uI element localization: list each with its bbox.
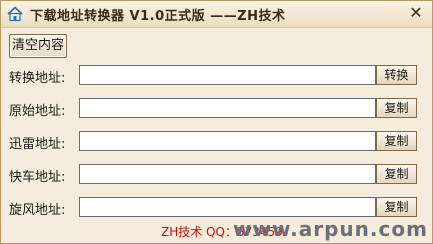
flashget-address-input[interactable] [79,164,376,184]
site-watermark: www.arpun.com [233,217,428,241]
clear-content-button[interactable]: 清空内容 [9,34,67,58]
original-address-input[interactable] [79,98,376,118]
qqxf-address-input[interactable] [79,197,376,217]
copy-qqxf-button[interactable]: 复制 [376,197,417,217]
thunder-address-label: 迅雷地址: [9,137,66,152]
thunder-address-input[interactable] [79,131,376,151]
original-address-label: 原始地址: [9,104,66,119]
copy-flashget-button[interactable]: 复制 [376,164,417,184]
qqxf-address-label: 旋风地址: [9,203,66,218]
flashget-address-label: 快车地址: [9,170,66,185]
title-bar[interactable]: 下载地址转换器 V1.0正式版 ——ZH技术 ✕ [1,1,432,28]
main-window: 下载地址转换器 V1.0正式版 ——ZH技术 ✕ 清空内容 转换地址: 转换 原… [0,0,433,244]
convert-button[interactable]: 转换 [376,65,417,85]
close-icon[interactable]: ✕ [408,4,424,22]
convert-address-label: 转换地址: [9,71,66,86]
convert-address-input[interactable] [79,65,376,85]
copy-original-button[interactable]: 复制 [376,98,417,118]
copy-thunder-button[interactable]: 复制 [376,131,417,151]
window-title: 下载地址转换器 V1.0正式版 ——ZH技术 [30,9,286,24]
home-icon [7,6,23,22]
